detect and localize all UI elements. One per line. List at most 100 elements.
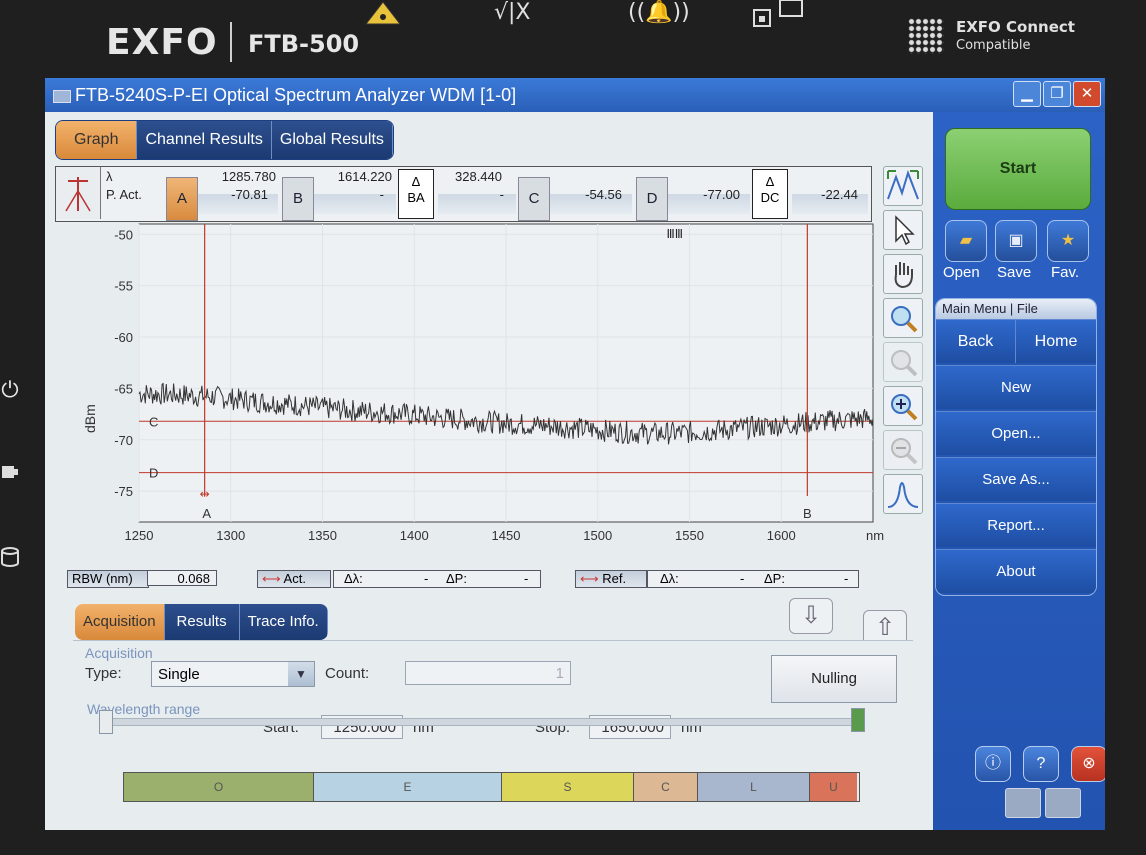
range-stop-handle[interactable] [851,708,865,732]
ref-dl-value: - [740,571,745,586]
power-icon[interactable]: ⏻ [0,378,20,403]
open-folder-icon[interactable]: ▰ [945,220,987,262]
marker-d-button[interactable]: D [636,177,668,221]
y-tick-label: -60 [114,330,133,345]
double-arrow-icon: ⟷ [580,571,599,586]
marker-b-button[interactable]: B [282,177,314,221]
restore-button[interactable]: ❐ [1043,81,1071,107]
wavelength-range-slider[interactable] [105,718,859,726]
tab-results[interactable]: Results [164,604,240,640]
camera-icon[interactable] [1045,788,1081,818]
delta-dc-button[interactable]: Δ DC [752,169,788,219]
battery-icon[interactable] [0,462,20,482]
band-s: S [502,773,634,801]
menu-item-new[interactable]: New [936,365,1096,409]
menu-item-save-as[interactable]: Save As... [936,457,1096,501]
storage-icon[interactable] [0,546,20,568]
menu-item-report[interactable]: Report... [936,503,1096,547]
band-u: U [810,773,857,801]
chevron-down-icon[interactable]: ▼ [288,662,314,686]
fav-label[interactable]: Fav. [1051,264,1079,281]
tab-channel-results[interactable]: Channel Results [137,121,272,159]
type-select[interactable]: Single ▼ [151,661,315,687]
y-tick-label: -55 [114,279,133,294]
menu-item-about[interactable]: About [936,549,1096,593]
start-button[interactable]: Start [945,128,1091,210]
open-label[interactable]: Open [943,264,980,281]
home-button[interactable]: Home [1016,319,1096,363]
zoom-in-icon[interactable] [883,386,923,426]
y-axis-label: dBm [82,404,98,433]
menu-item-open[interactable]: Open... [936,411,1096,455]
count-field[interactable]: 1 [405,661,571,685]
tab-trace-info[interactable]: Trace Info. [239,604,328,640]
save-disk-icon[interactable]: ▣ [995,220,1037,262]
window-title: FTB-5240S-P-EI Optical Spectrum Analyzer… [75,85,517,105]
hand-pan-icon[interactable] [883,254,923,294]
alarm-icon: ((🔔)) [628,0,690,25]
zoom-area-icon[interactable] [883,298,923,338]
power-row-label: P. Act. [106,187,142,202]
acquisition-group-label: Acquisition [85,645,153,661]
graph-toolbar [881,164,927,584]
close-button[interactable]: ✕ [1073,81,1101,107]
double-arrow-icon: ⟷ [262,571,281,586]
exit-icon[interactable]: ⊗ [1071,746,1105,782]
keyboard-icon[interactable] [1005,788,1041,818]
connect-dots-icon [908,18,944,54]
info-icon[interactable]: ⓘ [975,746,1011,782]
zoom-out-icon[interactable] [883,430,923,470]
window-titlebar: FTB-5240S-P-EI Optical Spectrum Analyzer… [45,78,1105,112]
band-o: O [124,773,314,801]
delta-ba-symbol: Δ [411,174,421,189]
marker-b-power: - [379,187,384,202]
nulling-button[interactable]: Nulling [771,655,897,703]
reference-marker-label[interactable]: ⟷ Ref. [575,570,647,588]
lower-tabs: Acquisition Results Trace Info. [75,604,328,640]
count-label: Count: [325,665,370,682]
tab-acquisition[interactable]: Acquisition [75,604,165,640]
band-c: C [634,773,698,801]
x-tick-label: 1450 [492,528,521,543]
tab-graph[interactable]: Graph [56,121,138,159]
x-tick-label: 1600 [767,528,796,543]
marker-c-button[interactable]: C [518,177,550,221]
zoom-1-1-icon[interactable] [883,342,923,382]
model-name: FTB-500 [248,30,360,58]
type-label: Type: [85,665,122,682]
marker-a-button[interactable]: A [166,177,198,221]
band-l: L [698,773,810,801]
help-icon[interactable]: ? [1023,746,1059,782]
x-tick-label: 1550 [675,528,704,543]
laser-warning-icon [364,1,402,25]
collapse-down-button[interactable]: ⇩ [789,598,833,634]
delta-ba-wavelength: 328.440 [455,169,502,184]
connect-subtitle: Compatible [956,38,1031,53]
delta-dc-label: DC [760,190,780,205]
minimize-button[interactable]: ▁ [1013,81,1041,107]
favorite-star-icon[interactable]: ★ [1047,220,1089,262]
peak-icon[interactable] [883,474,923,514]
main-content: Graph Channel Results Global Results λ P… [45,112,933,830]
rbw-label: RBW (nm) [67,570,149,588]
menu-header: Main Menu | File [936,299,1096,319]
back-button[interactable]: Back [936,319,1016,363]
y-tick-label: -70 [114,433,133,448]
pointer-icon[interactable] [883,210,923,250]
tab-global-results[interactable]: Global Results [271,121,393,159]
range-start-handle[interactable] [99,710,113,734]
band-bar: O E S C L U [123,772,860,802]
x-tick-label: 1250 [125,528,154,543]
save-label[interactable]: Save [997,264,1031,281]
zoom-full-icon[interactable] [883,166,923,206]
spectrum-chart-svg[interactable]: 1250 1300 1350 1400 1450 1500 1550 1600 nm-50-55… [55,222,885,568]
act-label-text: Act. [283,571,306,586]
level-label-c: C [149,414,158,429]
delta-ba-button[interactable]: Δ BA [398,169,434,219]
y-tick-label: -50 [114,227,133,242]
marker-b-wavelength: 1614.220 [337,169,392,184]
spectrum-plot[interactable]: 1250 1300 1350 1400 1450 1500 1550 1600 nm -50 -55… [55,222,885,568]
connect-title: EXFO Connect [956,18,1075,36]
active-marker-label[interactable]: ⟷ Act. [257,570,331,588]
antenna-marker-icon[interactable] [56,167,101,219]
